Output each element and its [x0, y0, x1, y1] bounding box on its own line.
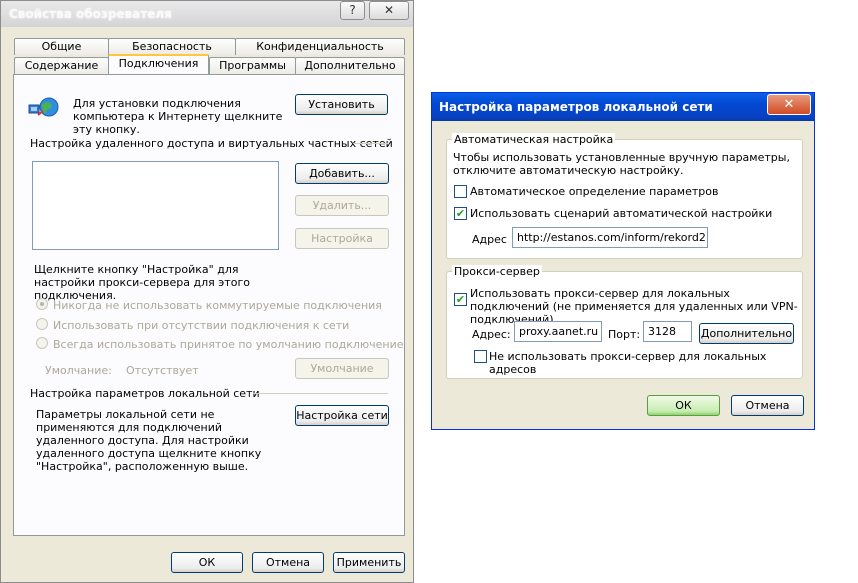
close-button[interactable]: ✕	[767, 94, 811, 115]
dialup-group-label: Настройка удаленного доступа и виртуальн…	[30, 137, 393, 150]
auto-detect-label: Автоматическое определение параметров	[470, 185, 719, 198]
use-proxy-checkbox[interactable]: ✔	[454, 293, 467, 306]
tab-programs[interactable]: Программы	[209, 57, 296, 74]
radio-always-dial[interactable]	[36, 337, 48, 349]
proxy-legend: Прокси-сервер	[452, 265, 542, 278]
script-address-label: Адрес	[472, 233, 507, 246]
default-button[interactable]: Умолчание	[295, 358, 389, 379]
dialog-title: Настройка параметров локальной сети	[439, 100, 713, 114]
proxy-address-label: Адрес:	[472, 328, 511, 341]
auto-detect-checkbox[interactable]	[454, 185, 467, 198]
radio-never-label: Никогда не использовать коммутируемые по…	[53, 299, 382, 312]
add-button[interactable]: Добавить...	[295, 163, 389, 184]
tab-content[interactable]: Содержание	[14, 57, 109, 74]
cancel-button[interactable]: Отмена	[252, 552, 324, 573]
ok-button[interactable]: ОК	[647, 395, 720, 416]
help-button[interactable]: ?	[340, 1, 365, 20]
use-script-checkbox[interactable]: ✔	[454, 207, 467, 220]
radio-always-label: Всегда использовать принятое по умолчани…	[53, 338, 404, 351]
tab-general[interactable]: Общие	[14, 38, 109, 55]
group-divider	[253, 393, 388, 394]
port-input[interactable]: 3128	[643, 321, 692, 342]
ok-button[interactable]: ОК	[171, 552, 243, 573]
window-title: Свойства обозревателя	[9, 7, 172, 21]
bypass-local-checkbox[interactable]	[474, 350, 487, 363]
tab-privacy[interactable]: Конфиденциальность	[235, 38, 405, 55]
default-label: Умолчание:	[45, 364, 112, 377]
close-button[interactable]: ✕	[369, 1, 409, 20]
lan-settings-button[interactable]: Настройка сети	[295, 405, 389, 426]
settings-button[interactable]: Настройка	[295, 228, 389, 249]
checkmark-icon: ✔	[455, 293, 466, 306]
title-bar: Настройка параметров локальной сети ✕	[432, 93, 814, 121]
setup-description: Для установки подключения компьютера к И…	[73, 97, 283, 136]
use-script-label: Использовать сценарий автоматической нас…	[470, 207, 773, 220]
connections-list[interactable]	[32, 161, 279, 250]
bypass-local-label: Не использовать прокси-сервер для локаль…	[489, 350, 767, 376]
globe-network-icon	[28, 95, 60, 121]
script-address-input[interactable]: http://estanos.com/inform/rekord2.rgl	[512, 227, 708, 248]
auto-config-description: Чтобы использовать установленные вручную…	[453, 151, 790, 177]
group-divider	[353, 143, 388, 144]
radio-dial-when-absent[interactable]	[36, 318, 48, 330]
radio-absent-label: Использовать при отсутствии подключения …	[53, 319, 350, 332]
lan-settings-dialog: Настройка параметров локальной сети ✕ Ав…	[431, 92, 815, 430]
auto-config-legend: Автоматическая настройка	[452, 133, 616, 146]
apply-button[interactable]: Применить	[333, 552, 405, 573]
remove-button[interactable]: Удалить...	[295, 195, 389, 216]
lan-group-label: Настройка параметров локальной сети	[30, 387, 260, 400]
advanced-button[interactable]: Дополнительно	[699, 323, 794, 344]
checkmark-icon: ✔	[455, 207, 466, 220]
proxy-hint: Щелкните кнопку "Настройка" для настройк…	[34, 263, 250, 302]
setup-button[interactable]: Установить	[295, 94, 388, 115]
radio-never-dial[interactable]	[36, 298, 48, 310]
tab-advanced[interactable]: Дополнительно	[295, 57, 405, 74]
cancel-button[interactable]: Отмена	[731, 395, 804, 416]
port-label: Порт:	[608, 328, 641, 341]
default-value: Отсутствует	[126, 364, 199, 377]
proxy-address-input[interactable]: proxy.aanet.ru	[514, 321, 602, 342]
internet-options-window: Свойства обозревателя ? ✕ Общие Безопасн…	[0, 0, 414, 583]
title-bar: Свойства обозревателя ? ✕	[1, 1, 413, 27]
tab-connections[interactable]: Подключения	[108, 54, 209, 74]
lan-description: Параметры локальной сети не применяются …	[36, 408, 262, 473]
tab-security[interactable]: Безопасность	[108, 38, 236, 55]
